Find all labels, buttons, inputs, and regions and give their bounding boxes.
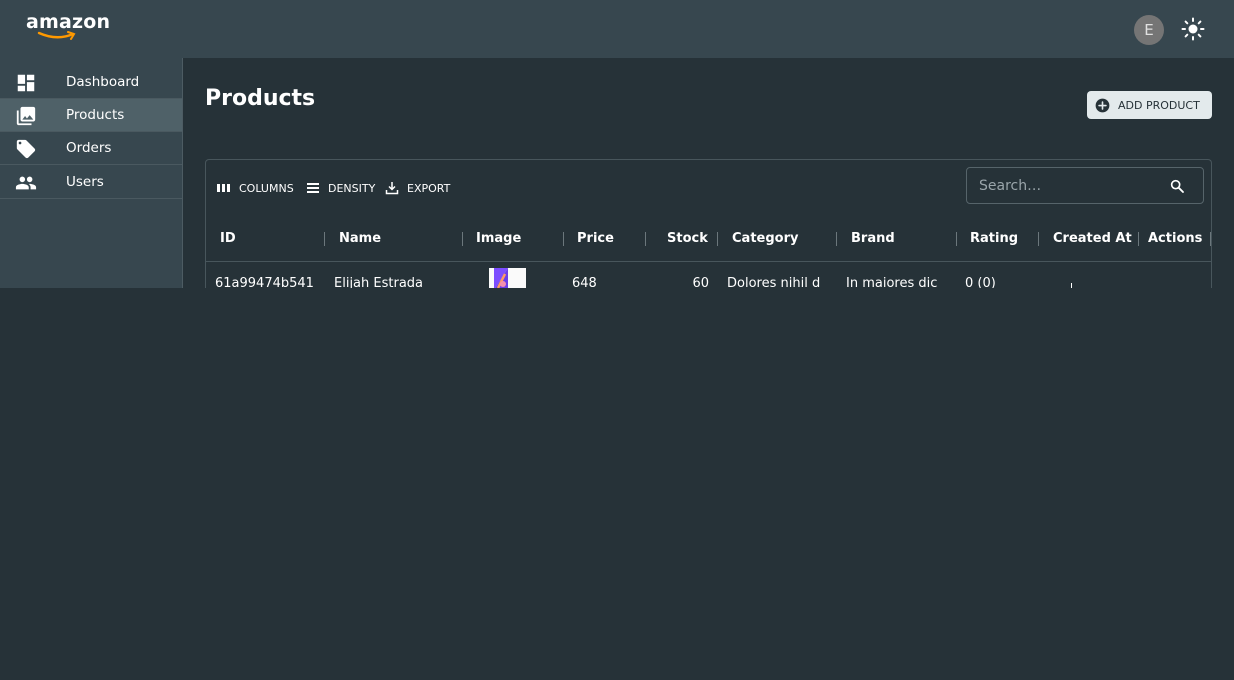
empty-background	[0, 288, 1234, 680]
density-icon	[307, 183, 319, 193]
column-separator[interactable]	[324, 232, 325, 246]
add-circle-icon	[1095, 98, 1110, 112]
add-product-label: ADD PRODUCT	[1118, 98, 1200, 112]
main-layout: Dashboard Products Orders Users Products	[0, 58, 1234, 299]
column-separator[interactable]	[1038, 232, 1039, 246]
column-header-price[interactable]: Price	[577, 231, 614, 246]
density-button[interactable]: DENSITY	[306, 180, 375, 196]
export-button[interactable]: EXPORT	[385, 180, 450, 196]
search-input[interactable]	[967, 168, 1157, 203]
main-content: Products ADD PRODUCT COLUMNS DENSITY EXP…	[183, 58, 1234, 299]
tag-icon	[16, 139, 36, 159]
products-data-grid: COLUMNS DENSITY EXPORT Search… ID Name I…	[205, 159, 1212, 299]
search-icon[interactable]	[1169, 178, 1185, 194]
download-icon	[385, 182, 399, 195]
column-separator[interactable]	[1138, 232, 1139, 246]
column-separator[interactable]	[645, 232, 646, 246]
sidebar-item-label: Dashboard	[66, 74, 140, 90]
column-header-brand[interactable]: Brand	[851, 231, 895, 246]
sidebar: Dashboard Products Orders Users	[0, 58, 183, 288]
sun-icon[interactable]	[1181, 17, 1205, 41]
image-icon	[16, 106, 36, 126]
amazon-smile-icon	[37, 31, 76, 40]
amazon-logo[interactable]: amazon	[26, 11, 110, 33]
sidebar-item-label: Orders	[66, 140, 112, 156]
page-title: Products	[205, 86, 316, 111]
column-separator[interactable]	[717, 232, 718, 246]
user-avatar[interactable]: E	[1134, 15, 1164, 45]
column-header-category[interactable]: Category	[732, 231, 798, 246]
column-header-name[interactable]: Name	[339, 231, 381, 246]
sidebar-item-users[interactable]: Users	[0, 166, 182, 199]
column-separator[interactable]	[563, 232, 564, 246]
columns-button[interactable]: COLUMNS	[216, 180, 294, 196]
column-separator[interactable]	[836, 232, 837, 246]
sidebar-item-dashboard[interactable]: Dashboard	[0, 66, 182, 99]
column-separator[interactable]	[462, 232, 463, 246]
column-header-created-at[interactable]: Created At	[1053, 231, 1132, 246]
column-header-id[interactable]: ID	[220, 231, 236, 246]
top-app-bar: amazon E	[0, 0, 1234, 58]
users-icon	[15, 176, 37, 190]
column-header-image[interactable]: Image	[476, 231, 521, 246]
column-header-actions[interactable]: Actions	[1148, 231, 1202, 246]
column-header-stock[interactable]: Stock	[667, 231, 708, 246]
sidebar-item-products[interactable]: Products	[0, 99, 182, 132]
add-product-button[interactable]: ADD PRODUCT	[1087, 91, 1212, 119]
search-box	[966, 167, 1204, 204]
column-header-rating[interactable]: Rating	[970, 231, 1018, 246]
dashboard-icon	[17, 74, 35, 92]
column-separator[interactable]	[956, 232, 957, 246]
sidebar-item-label: Users	[66, 174, 104, 190]
export-label: EXPORT	[407, 181, 451, 195]
columns-label: COLUMNS	[239, 181, 294, 195]
column-separator[interactable]	[1210, 232, 1211, 246]
sidebar-item-label: Products	[66, 107, 125, 123]
density-label: DENSITY	[328, 181, 376, 195]
table-header-row: ID Name Image Price Stock Category Brand…	[206, 218, 1211, 262]
columns-icon	[217, 184, 230, 192]
sidebar-item-orders[interactable]: Orders	[0, 132, 182, 165]
